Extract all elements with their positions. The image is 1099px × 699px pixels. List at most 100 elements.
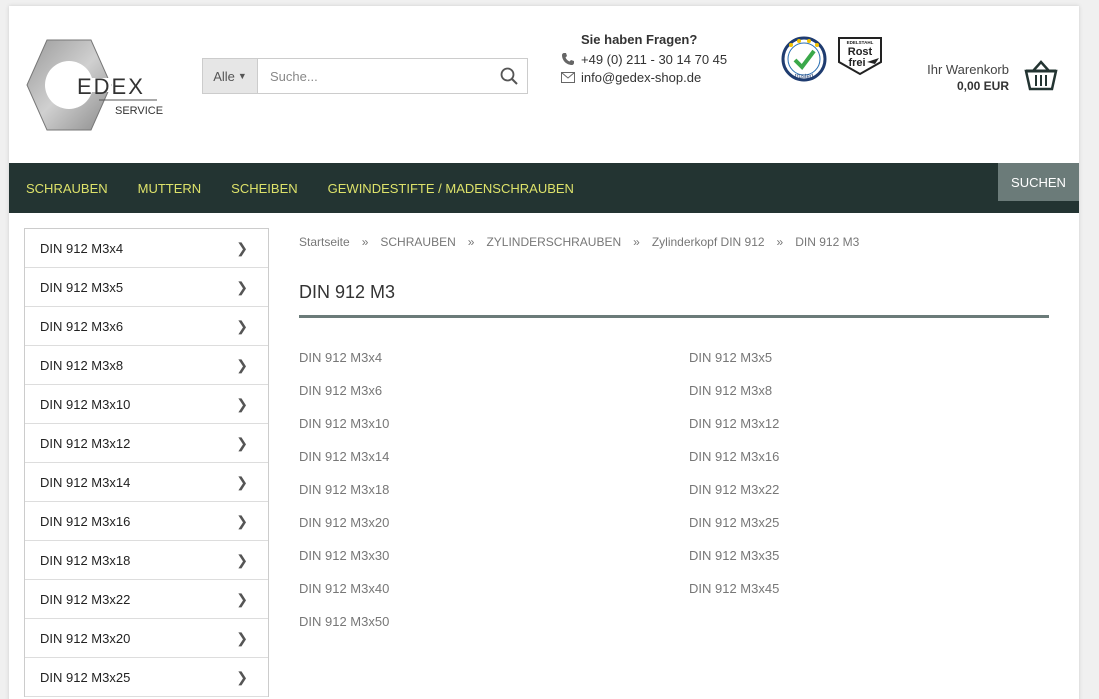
subcategory-link[interactable]: DIN 912 M3x20 [299, 515, 689, 548]
gedex-logo[interactable]: EDEX SERVICE [25, 38, 165, 132]
subcategory-link[interactable]: DIN 912 M3x16 [689, 449, 1049, 482]
subcategory-link[interactable]: DIN 912 M3x25 [689, 515, 1049, 548]
sidebar-item-label: DIN 912 M3x18 [40, 552, 131, 568]
sidebar-item-label: DIN 912 M3x16 [40, 513, 131, 529]
sidebar-item[interactable]: DIN 912 M3x14 ❯ [25, 463, 268, 502]
cart-summary[interactable]: Ihr Warenkorb 0,00 EUR [909, 62, 1009, 93]
breadcrumb-separator: » [467, 235, 475, 249]
sidebar-item[interactable]: DIN 912 M3x6 ❯ [25, 307, 268, 346]
chevron-right-icon: ❯ [236, 434, 248, 451]
sidebar-item-label: DIN 912 M3x6 [40, 318, 124, 334]
sidebar-item[interactable]: DIN 912 M3x20 ❯ [25, 619, 268, 658]
sidebar-item[interactable]: DIN 912 M3x25 ❯ [25, 658, 268, 697]
chevron-right-icon: ❯ [236, 590, 248, 607]
search-category-label: Alle [213, 68, 235, 84]
chevron-right-icon: ❯ [236, 278, 248, 295]
sidebar-item[interactable]: DIN 912 M3x4 ❯ [25, 229, 268, 268]
page-title: DIN 912 M3 [299, 282, 396, 302]
sidebar-item[interactable]: DIN 912 M3x12 ❯ [25, 424, 268, 463]
svg-text:EDEX: EDEX [77, 74, 145, 99]
breadcrumb: Startseite » SCHRAUBEN » ZYLINDERSCHRAUB… [299, 235, 859, 249]
main-navigation: SCHRAUBEN MUTTERN SCHEIBEN GEWINDESTIFTE… [9, 163, 1079, 213]
subcategory-link[interactable]: DIN 912 M3x4 [299, 350, 689, 383]
breadcrumb-zylinderkopf[interactable]: Zylinderkopf DIN 912 [652, 235, 765, 249]
breadcrumb-separator: » [361, 235, 369, 249]
breadcrumb-zylinderschrauben[interactable]: ZYLINDERSCHRAUBEN [486, 235, 621, 249]
subcategory-link[interactable]: DIN 912 M3x6 [299, 383, 689, 416]
chevron-right-icon: ❯ [236, 512, 248, 529]
sidebar-category-list: DIN 912 M3x4 ❯ DIN 912 M3x5 ❯ DIN 912 M3x6… [24, 228, 269, 697]
breadcrumb-current: DIN 912 M3 [795, 235, 860, 249]
sidebar-item-label: DIN 912 M3x8 [40, 357, 124, 373]
subcategory-link[interactable]: DIN 912 M3x12 [689, 416, 1049, 449]
svg-text:frei: frei [848, 57, 865, 69]
contact-title: Sie haben Fragen? [581, 32, 698, 47]
sidebar-item[interactable]: DIN 912 M3x5 ❯ [25, 268, 268, 307]
page: EDEX SERVICE Alle ▼ Sie haben Fragen? +4… [9, 6, 1079, 699]
nav-item-schrauben[interactable]: SCHRAUBEN [26, 181, 108, 196]
sidebar-item-label: DIN 912 M3x25 [40, 669, 131, 685]
chevron-right-icon: ❯ [236, 473, 248, 490]
email-address: info@gedex-shop.de [581, 69, 702, 85]
cart-total: 0,00 EUR [956, 79, 1009, 93]
breadcrumb-separator: » [633, 235, 640, 249]
title-divider [299, 315, 1049, 318]
breadcrumb-startseite[interactable]: Startseite [299, 235, 350, 249]
sidebar-item[interactable]: DIN 912 M3x18 ❯ [25, 541, 268, 580]
magnifier-icon [500, 67, 518, 85]
sidebar-item-label: DIN 912 M3x14 [40, 474, 131, 490]
chevron-right-icon: ❯ [236, 356, 248, 373]
subcategory-link[interactable]: DIN 912 M3x8 [689, 383, 1049, 416]
breadcrumb-separator: » [776, 235, 784, 249]
chevron-right-icon: ❯ [236, 239, 248, 256]
caret-down-icon: ▼ [237, 71, 247, 81]
subcategory-link[interactable]: DIN 912 M3x10 [299, 416, 689, 449]
sidebar-item-label: DIN 912 M3x10 [40, 396, 131, 412]
svg-text:EDELSTAHL: EDELSTAHL [847, 40, 874, 45]
cart-label: Ihr Warenkorb [927, 62, 1009, 77]
subcategory-link[interactable]: DIN 912 M3x5 [689, 350, 1049, 383]
chevron-right-icon: ❯ [236, 317, 248, 334]
search-input[interactable] [258, 59, 491, 93]
sidebar-item-label: DIN 912 M3x5 [40, 279, 124, 295]
sidebar-item-label: DIN 912 M3x22 [40, 591, 131, 607]
subcategory-link[interactable]: DIN 912 M3x40 [299, 581, 689, 614]
trust-badge-icon[interactable]: trusted [779, 36, 829, 82]
sidebar-item[interactable]: DIN 912 M3x8 ❯ [25, 346, 268, 385]
contact-phone[interactable]: +49 (0) 211 - 30 14 70 45 [558, 50, 727, 68]
subcategory-link[interactable]: DIN 912 M3x18 [299, 482, 689, 515]
breadcrumb-schrauben[interactable]: SCHRAUBEN [380, 235, 455, 249]
chevron-right-icon: ❯ [236, 629, 248, 646]
sidebar-item[interactable]: DIN 912 M3x22 ❯ [25, 580, 268, 619]
subcategory-link[interactable]: DIN 912 M3x45 [689, 581, 1049, 614]
envelope-icon [558, 71, 578, 83]
nav-item-muttern[interactable]: MUTTERN [138, 181, 202, 196]
contact-email[interactable]: info@gedex-shop.de [558, 68, 727, 86]
subcategory-link[interactable]: DIN 912 M3x14 [299, 449, 689, 482]
subcategory-link[interactable]: DIN 912 M3x30 [299, 548, 689, 581]
sidebar-item-label: DIN 912 M3x20 [40, 630, 131, 646]
subcategory-link[interactable]: DIN 912 M3x35 [689, 548, 1049, 581]
subcategory-grid: DIN 912 M3x4 DIN 912 M3x5 DIN 912 M3x6 D… [299, 350, 1049, 647]
svg-text:trusted: trusted [795, 74, 813, 80]
search-button[interactable] [491, 59, 527, 93]
search-category-dropdown[interactable]: Alle ▼ [203, 59, 258, 93]
subcategory-link[interactable]: DIN 912 M3x50 [299, 614, 689, 647]
rostfrei-badge-icon: EDELSTAHL Rost frei [838, 37, 882, 76]
nav-item-scheiben[interactable]: SCHEIBEN [231, 181, 297, 196]
subcategory-link[interactable]: DIN 912 M3x22 [689, 482, 1049, 515]
nav-item-gewindestifte[interactable]: GEWINDESTIFTE / MADENSCHRAUBEN [328, 181, 574, 196]
phone-number: +49 (0) 211 - 30 14 70 45 [581, 51, 728, 67]
sidebar-item-label: DIN 912 M3x12 [40, 435, 131, 451]
chevron-right-icon: ❯ [236, 551, 248, 568]
nav-search-button[interactable]: SUCHEN [998, 163, 1079, 201]
basket-icon[interactable] [1024, 60, 1058, 92]
sidebar-item[interactable]: DIN 912 M3x10 ❯ [25, 385, 268, 424]
sidebar-item[interactable]: DIN 912 M3x16 ❯ [25, 502, 268, 541]
chevron-right-icon: ❯ [236, 395, 248, 412]
contact-info: Sie haben Fragen? +49 (0) 211 - 30 14 70… [558, 32, 727, 86]
search-bar: Alle ▼ [202, 58, 528, 94]
chevron-right-icon: ❯ [236, 668, 248, 685]
sidebar-item-label: DIN 912 M3x4 [40, 240, 124, 256]
phone-icon [558, 52, 578, 66]
